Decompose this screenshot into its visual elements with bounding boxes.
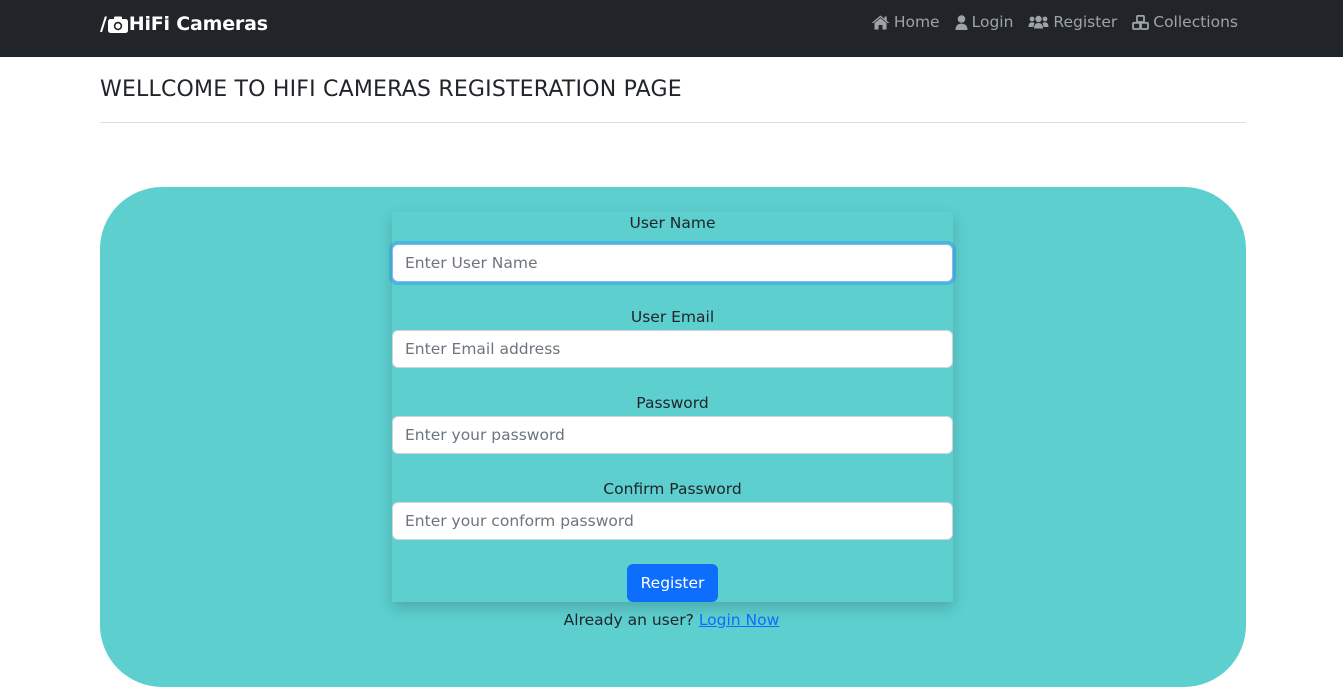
navbar: / HiFi Cameras Home Login Register Colle…: [0, 0, 1343, 57]
login-prompt: Already an user?: [563, 611, 694, 629]
email-input[interactable]: [392, 330, 953, 368]
home-icon: [871, 15, 890, 30]
nav-home[interactable]: Home: [871, 13, 940, 31]
registration-form: User Name User Email Password Confirm Pa…: [392, 212, 953, 602]
user-icon: [955, 14, 968, 30]
nav-register-label: Register: [1053, 13, 1118, 31]
login-now-link[interactable]: Login Now: [699, 611, 780, 629]
cubes-icon: [1132, 14, 1150, 30]
nav-collections-label: Collections: [1153, 13, 1238, 31]
nav-menu: Home Login Register Collections: [871, 13, 1238, 31]
password-input[interactable]: [392, 416, 953, 454]
confirm-password-label: Confirm Password: [603, 480, 742, 498]
users-icon: [1028, 15, 1049, 29]
page-title: WELLCOME TO HIFI CAMERAS REGISTERATION P…: [100, 77, 682, 102]
nav-login[interactable]: Login: [955, 13, 1014, 31]
username-label: User Name: [629, 214, 716, 232]
email-label: User Email: [630, 308, 715, 326]
nav-register[interactable]: Register: [1028, 13, 1117, 31]
confirm-password-input[interactable]: [392, 502, 953, 540]
password-label: Password: [636, 394, 709, 412]
username-input[interactable]: [392, 244, 953, 282]
nav-home-label: Home: [893, 13, 940, 31]
brand-prefix: /: [100, 13, 107, 35]
camera-icon: [107, 16, 128, 33]
nav-collections[interactable]: Collections: [1132, 13, 1238, 31]
brand-link[interactable]: / HiFi Cameras: [100, 11, 268, 37]
nav-login-label: Login: [971, 13, 1014, 31]
brand-name: HiFi Cameras: [128, 13, 268, 35]
login-prompt-line: Already an user? Login Now: [0, 611, 1343, 629]
header-divider: [100, 122, 1246, 123]
register-button[interactable]: Register: [627, 564, 718, 602]
